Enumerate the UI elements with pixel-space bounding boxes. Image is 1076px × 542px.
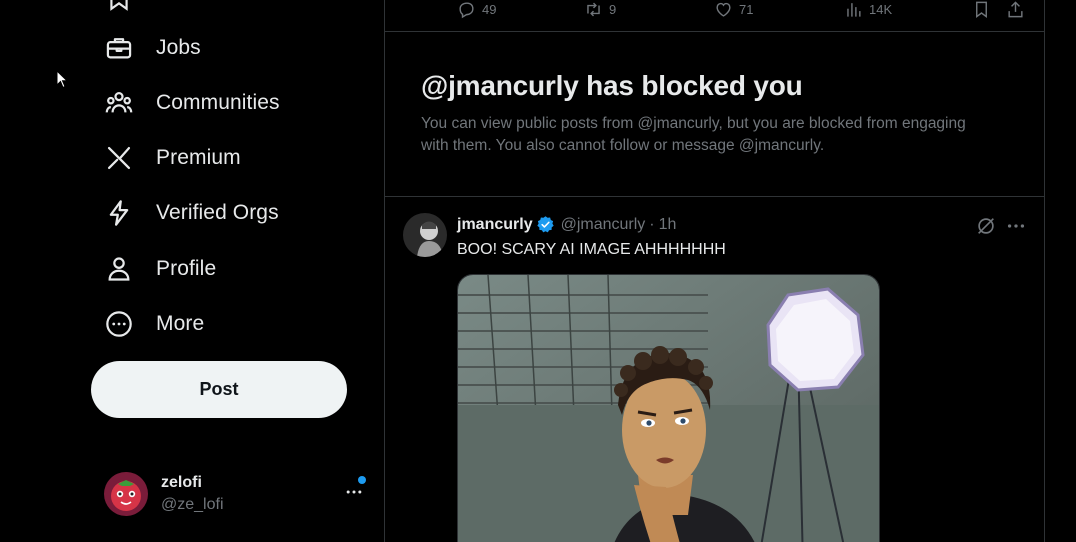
tweet-header: jmancurly @jmancurly · 1h (457, 215, 676, 234)
sidebar-item-label: Premium (156, 146, 241, 169)
previous-tweet-action-bar: 49 9 71 14K (385, 0, 1044, 32)
share-icon (1008, 0, 1023, 17)
sidebar-item-communities[interactable]: Communities (100, 78, 296, 128)
reply-count: 49 (482, 1, 497, 17)
avatar (104, 472, 148, 516)
avatar[interactable] (403, 213, 447, 257)
sidebar-item-label: Communities (156, 91, 280, 114)
grok-icon[interactable] (975, 215, 997, 237)
sidebar-item-premium[interactable]: Premium (100, 133, 257, 183)
account-switcher[interactable]: zelofi @ze_lofi (104, 470, 374, 518)
verified-badge-icon (536, 216, 554, 233)
tweet-author-name[interactable]: jmancurly (457, 216, 533, 234)
tweet-timestamp[interactable]: 1h (659, 216, 677, 234)
x-logo-icon (104, 143, 134, 173)
sidebar-item-verified-orgs[interactable]: Verified Orgs (100, 188, 295, 238)
tweet[interactable]: jmancurly @jmancurly · 1h BOO! SCARY AI … (385, 197, 1044, 542)
tweet-separator: · (649, 215, 655, 233)
sidebar-item-label: Jobs (156, 36, 201, 59)
tweet-text: BOO! SCARY AI IMAGE AHHHHHHH (457, 241, 726, 258)
reply-icon (459, 1, 474, 18)
share-button[interactable] (1006, 0, 1025, 20)
account-handle: @ze_lofi (161, 496, 224, 513)
bookmark-button[interactable] (972, 0, 991, 20)
sidebar-item-more[interactable]: More (100, 299, 220, 349)
notification-dot (358, 476, 366, 484)
main-column: 49 9 71 14K @jmancurly has blocked you Y… (384, 0, 1045, 542)
sidebar: Jobs Communities Premium Verified Orgs P… (0, 0, 384, 542)
views-button[interactable]: 14K (844, 0, 892, 20)
sidebar-item-profile[interactable]: Profile (100, 244, 232, 294)
person-icon (104, 254, 134, 284)
analytics-icon (847, 2, 861, 17)
sidebar-item-label: Verified Orgs (156, 201, 279, 224)
tweet-image[interactable] (457, 274, 880, 542)
post-button[interactable]: Post (91, 361, 347, 418)
sidebar-item-jobs[interactable]: Jobs (100, 23, 217, 73)
bookmark-icon (976, 1, 987, 18)
view-count: 14K (869, 1, 893, 17)
people-icon (104, 88, 134, 118)
more-horizontal-icon[interactable] (1005, 215, 1027, 237)
lightning-icon (104, 198, 134, 228)
sidebar-item-label: More (156, 312, 205, 335)
tweet-author-handle[interactable]: @jmancurly (561, 216, 646, 234)
blocked-title: @jmancurly has blocked you (421, 70, 803, 101)
reply-button[interactable]: 49 (457, 0, 496, 20)
repost-button[interactable]: 9 (584, 0, 616, 20)
blocked-description: You can view public posts from @jmancurl… (421, 115, 966, 154)
app-window: Jobs Communities Premium Verified Orgs P… (0, 0, 1076, 542)
bookmarks-icon[interactable] (106, 0, 132, 11)
account-names: zelofi @ze_lofi (161, 474, 224, 514)
repost-icon (587, 2, 600, 16)
account-name: zelofi (161, 474, 202, 491)
briefcase-icon (104, 33, 134, 63)
mouse-cursor-icon (56, 70, 68, 89)
like-count: 71 (739, 1, 754, 17)
sidebar-item-label: Profile (156, 257, 217, 280)
heart-icon (716, 2, 731, 17)
repost-count: 9 (609, 1, 617, 17)
blocked-notice: @jmancurly has blocked you You can view … (385, 32, 1044, 197)
like-button[interactable]: 71 (714, 0, 753, 20)
more-circle-icon (104, 309, 134, 339)
